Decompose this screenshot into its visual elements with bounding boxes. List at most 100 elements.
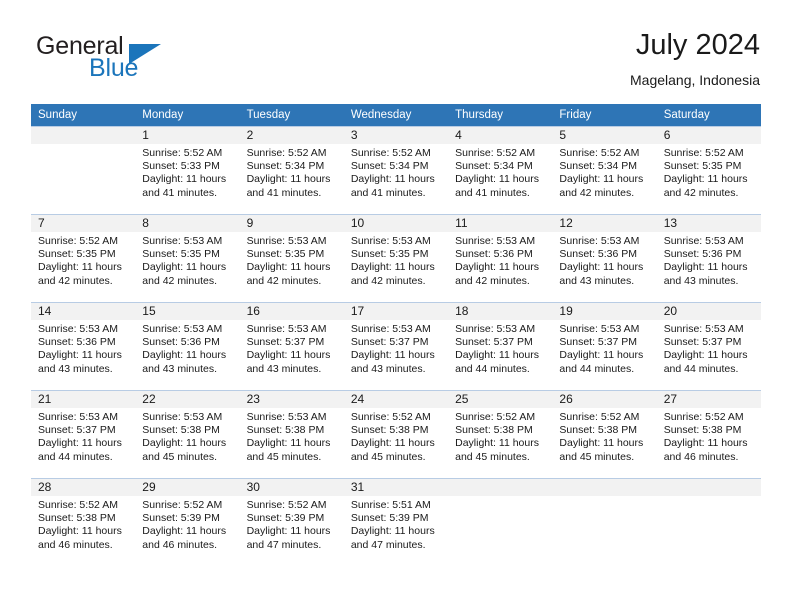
day-details: Sunrise: 5:53 AM Sunset: 5:36 PM Daylight:…	[135, 320, 239, 376]
day-cell-7[interactable]: 7 Sunrise: 5:52 AM Sunset: 5:35 PM Daylight…	[31, 214, 136, 302]
calendar-cell: 4 Sunrise: 5:52 AM Sunset: 5:34 PM Daylight…	[448, 126, 553, 214]
day-cell-13[interactable]: 13 Sunrise: 5:53 AM Sunset: 5:36 PM Dayligh…	[656, 214, 761, 302]
day-cell-8[interactable]: 8 Sunrise: 5:53 AM Sunset: 5:35 PM Daylight…	[135, 214, 240, 302]
day-details: Sunrise: 5:52 AM Sunset: 5:39 PM Daylight:…	[240, 496, 344, 552]
day-cell-24[interactable]: 24 Sunrise: 5:52 AM Sunset: 5:38 PM Dayligh…	[343, 390, 449, 478]
calendar-cell: 14 Sunrise: 5:53 AM Sunset: 5:36 PM Dayligh…	[31, 302, 136, 390]
day-cell-22[interactable]: 22 Sunrise: 5:53 AM Sunset: 5:38 PM Dayligh…	[135, 390, 240, 478]
weekday-header-row: Sunday Monday Tuesday Wednesday Thursday Frid…	[31, 104, 761, 126]
day-cell-27[interactable]: 27 Sunrise: 5:52 AM Sunset: 5:38 PM Dayligh…	[656, 390, 761, 478]
day-details: Sunrise: 5:53 AM Sunset: 5:37 PM Daylight:…	[657, 320, 761, 376]
day-detail-line: and 45 minutes.	[246, 450, 322, 463]
day-cell-1[interactable]: 1 Sunrise: 5:52 AM Sunset: 5:33 PM Daylight…	[135, 126, 240, 214]
day-detail-line: Daylight: 11 hours	[246, 437, 331, 450]
day-number: 28	[31, 479, 136, 496]
day-cell-19[interactable]: 19 Sunrise: 5:53 AM Sunset: 5:37 PM Dayligh…	[552, 302, 657, 390]
day-cell-3[interactable]: 3 Sunrise: 5:52 AM Sunset: 5:34 PM Daylight…	[343, 126, 449, 214]
day-number: 12	[552, 215, 657, 232]
day-cell-5[interactable]: 5 Sunrise: 5:52 AM Sunset: 5:34 PM Daylight…	[552, 126, 657, 214]
weekday-header-thursday: Thursday	[448, 104, 553, 126]
day-detail-line: and 42 minutes.	[559, 186, 635, 199]
calendar-week-row: 1 Sunrise: 5:52 AM Sunset: 5:33 PM Daylight…	[31, 126, 761, 214]
day-detail-line: Sunset: 5:33 PM	[142, 160, 220, 173]
day-detail-line: Sunrise: 5:52 AM	[559, 411, 640, 423]
day-number: 22	[135, 391, 240, 408]
calendar-cell: 30 Sunrise: 5:52 AM Sunset: 5:39 PM Dayligh…	[239, 478, 344, 566]
day-cell-25[interactable]: 25 Sunrise: 5:52 AM Sunset: 5:38 PM Dayligh…	[448, 390, 553, 478]
day-detail-line: Sunrise: 5:53 AM	[663, 323, 744, 335]
day-cell-23[interactable]: 23 Sunrise: 5:53 AM Sunset: 5:38 PM Dayligh…	[239, 390, 344, 478]
day-cell-17[interactable]: 17 Sunrise: 5:53 AM Sunset: 5:37 PM Dayligh…	[343, 302, 449, 390]
calendar-week-row: 28 Sunrise: 5:52 AM Sunset: 5:38 PM Dayligh…	[31, 478, 761, 566]
day-number: 26	[552, 391, 657, 408]
calendar-cell: 7 Sunrise: 5:52 AM Sunset: 5:35 PM Daylight…	[31, 214, 136, 302]
day-detail-line: Sunset: 5:35 PM	[142, 248, 220, 261]
day-detail-line: Sunset: 5:36 PM	[559, 248, 638, 261]
day-detail-line: Sunset: 5:37 PM	[350, 336, 429, 349]
day-number: 19	[552, 303, 657, 320]
day-cell-9[interactable]: 9 Sunrise: 5:53 AM Sunset: 5:35 PM Daylight…	[239, 214, 344, 302]
day-details: Sunrise: 5:53 AM Sunset: 5:35 PM Daylight:…	[135, 232, 239, 288]
day-number: 21	[31, 391, 136, 408]
day-detail-line: Sunrise: 5:52 AM	[142, 147, 223, 159]
day-detail-line: and 42 minutes.	[142, 274, 217, 287]
day-cell-empty	[552, 478, 657, 566]
calendar-cell: 20 Sunrise: 5:53 AM Sunset: 5:37 PM Dayligh…	[656, 302, 761, 390]
day-detail-line: Sunset: 5:39 PM	[350, 512, 429, 525]
day-details: Sunrise: 5:52 AM Sunset: 5:38 PM Daylight:…	[344, 408, 448, 464]
day-detail-line: and 43 minutes.	[350, 362, 426, 375]
day-cell-28[interactable]: 28 Sunrise: 5:52 AM Sunset: 5:38 PM Dayligh…	[31, 478, 136, 566]
calendar-cell: 6 Sunrise: 5:52 AM Sunset: 5:35 PM Daylight…	[656, 126, 761, 214]
day-cell-29[interactable]: 29 Sunrise: 5:52 AM Sunset: 5:39 PM Dayligh…	[135, 478, 240, 566]
calendar-cell: 18 Sunrise: 5:53 AM Sunset: 5:37 PM Dayligh…	[448, 302, 553, 390]
day-cell-10[interactable]: 10 Sunrise: 5:53 AM Sunset: 5:35 PM Dayligh…	[343, 214, 449, 302]
day-cell-21[interactable]: 21 Sunrise: 5:53 AM Sunset: 5:37 PM Dayligh…	[31, 390, 136, 478]
day-cell-15[interactable]: 15 Sunrise: 5:53 AM Sunset: 5:36 PM Dayligh…	[135, 302, 240, 390]
day-detail-line: Daylight: 11 hours	[455, 261, 539, 274]
day-details: Sunrise: 5:53 AM Sunset: 5:35 PM Daylight:…	[240, 232, 344, 288]
day-detail-line: Daylight: 11 hours	[350, 173, 435, 186]
day-number	[448, 479, 553, 496]
day-detail-line: Sunrise: 5:52 AM	[559, 147, 640, 159]
day-detail-line: and 45 minutes.	[455, 450, 530, 463]
day-cell-31[interactable]: 31 Sunrise: 5:51 AM Sunset: 5:39 PM Dayligh…	[343, 478, 449, 566]
day-cell-20[interactable]: 20 Sunrise: 5:53 AM Sunset: 5:37 PM Dayligh…	[656, 302, 761, 390]
day-detail-line: Daylight: 11 hours	[142, 261, 227, 274]
calendar-cell: 17 Sunrise: 5:53 AM Sunset: 5:37 PM Dayligh…	[343, 302, 449, 390]
day-cell-14[interactable]: 14 Sunrise: 5:53 AM Sunset: 5:36 PM Dayligh…	[31, 302, 136, 390]
day-detail-line: Daylight: 11 hours	[38, 437, 122, 450]
day-cell-16[interactable]: 16 Sunrise: 5:53 AM Sunset: 5:37 PM Dayligh…	[239, 302, 344, 390]
calendar-cell: 23 Sunrise: 5:53 AM Sunset: 5:38 PM Dayligh…	[239, 390, 344, 478]
day-detail-line: Sunset: 5:38 PM	[142, 424, 220, 437]
day-cell-4[interactable]: 4 Sunrise: 5:52 AM Sunset: 5:34 PM Daylight…	[448, 126, 553, 214]
day-detail-line: and 41 minutes.	[455, 186, 530, 199]
day-detail-line: Sunrise: 5:52 AM	[38, 499, 118, 511]
day-detail-line: Sunrise: 5:53 AM	[246, 411, 327, 423]
day-detail-line: and 45 minutes.	[559, 450, 635, 463]
day-details: Sunrise: 5:52 AM Sunset: 5:35 PM Daylight:…	[657, 144, 761, 200]
day-cell-26[interactable]: 26 Sunrise: 5:52 AM Sunset: 5:38 PM Dayligh…	[552, 390, 657, 478]
day-cell-18[interactable]: 18 Sunrise: 5:53 AM Sunset: 5:37 PM Dayligh…	[448, 302, 553, 390]
calendar-cell	[656, 478, 761, 566]
calendar-cell: 11 Sunrise: 5:53 AM Sunset: 5:36 PM Dayligh…	[448, 214, 553, 302]
day-number: 11	[448, 215, 553, 232]
day-detail-line: and 43 minutes.	[142, 362, 217, 375]
day-cell-2[interactable]: 2 Sunrise: 5:52 AM Sunset: 5:34 PM Daylight…	[239, 126, 344, 214]
general-blue-logo[interactable]: General Blue	[32, 32, 232, 84]
day-detail-line: Sunrise: 5:53 AM	[455, 235, 536, 247]
day-detail-line: Daylight: 11 hours	[455, 173, 539, 186]
day-cell-11[interactable]: 11 Sunrise: 5:53 AM Sunset: 5:36 PM Dayligh…	[448, 214, 553, 302]
day-detail-line: and 42 minutes.	[455, 274, 530, 287]
day-details: Sunrise: 5:52 AM Sunset: 5:34 PM Daylight:…	[552, 144, 656, 200]
day-detail-line: and 47 minutes.	[350, 538, 426, 551]
day-detail-line: Sunset: 5:38 PM	[455, 424, 533, 437]
day-detail-line: Daylight: 11 hours	[246, 525, 331, 538]
day-detail-line: and 43 minutes.	[559, 274, 635, 287]
day-detail-line: Sunset: 5:39 PM	[246, 512, 325, 525]
day-detail-line: and 41 minutes.	[350, 186, 426, 199]
day-cell-12[interactable]: 12 Sunrise: 5:53 AM Sunset: 5:36 PM Dayligh…	[552, 214, 657, 302]
day-cell-6[interactable]: 6 Sunrise: 5:52 AM Sunset: 5:35 PM Daylight…	[656, 126, 761, 214]
weekday-header-monday: Monday	[135, 104, 240, 126]
calendar-week-row: 21 Sunrise: 5:53 AM Sunset: 5:37 PM Dayligh…	[31, 390, 761, 478]
day-cell-30[interactable]: 30 Sunrise: 5:52 AM Sunset: 5:39 PM Dayligh…	[239, 478, 344, 566]
